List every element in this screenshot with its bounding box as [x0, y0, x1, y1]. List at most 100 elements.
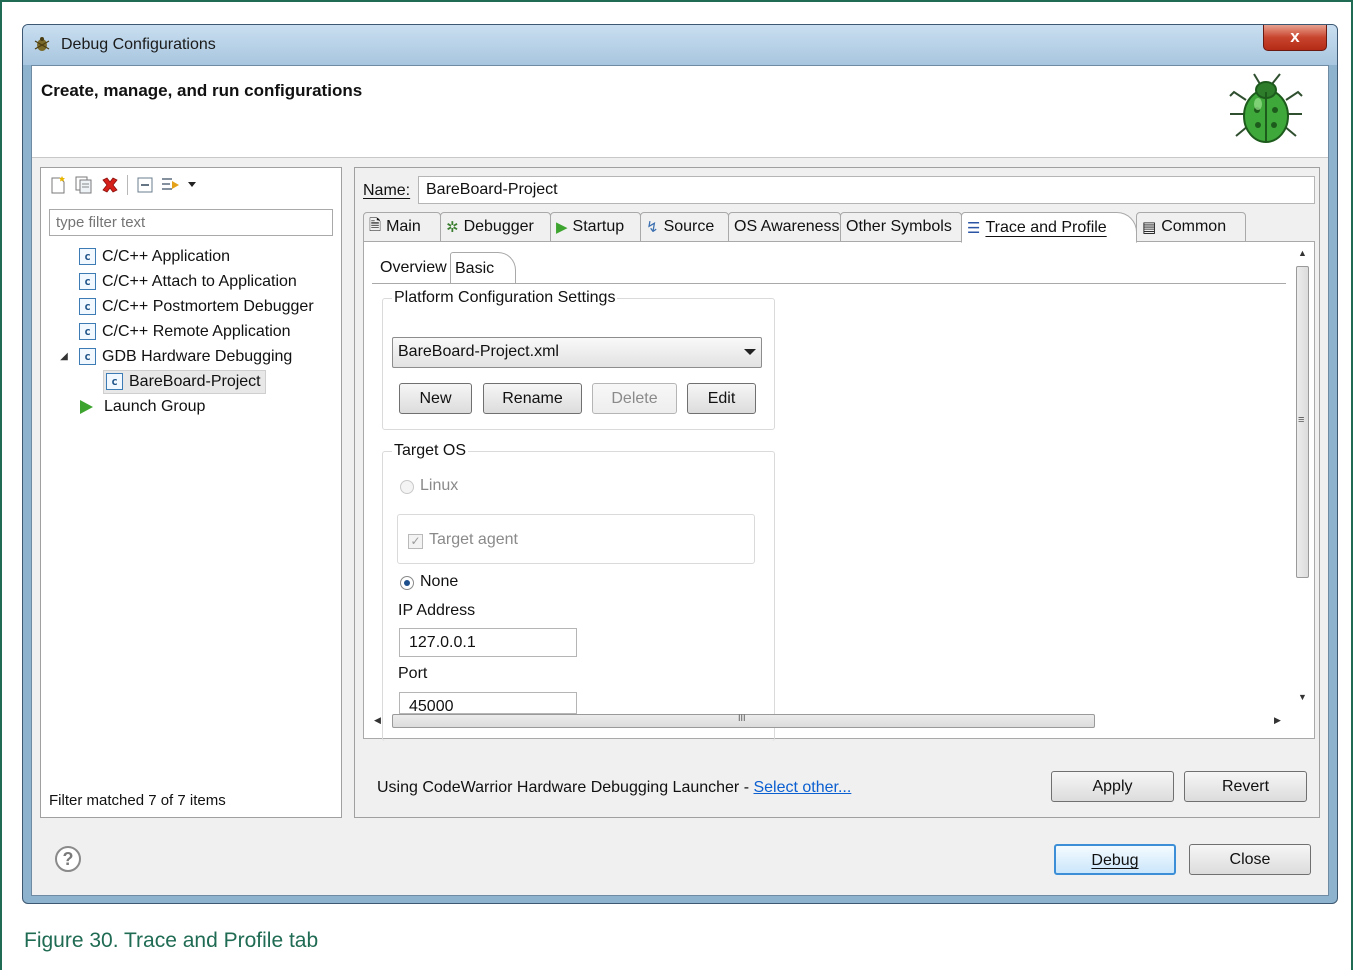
dialog-header: Create, manage, and run configurations	[32, 66, 1328, 158]
window-title: Debug Configurations	[61, 36, 216, 53]
tree-item-cpp-postmortem[interactable]: c C/C++ Postmortem Debugger	[51, 294, 341, 319]
c-config-icon: c	[79, 348, 96, 365]
c-config-icon: c	[79, 323, 96, 340]
trace-and-profile-panel: Overview Basic Platform Configuration Se…	[363, 241, 1315, 741]
configuration-toolbar	[47, 172, 198, 198]
configuration-tree: c C/C++ Application c C/C++ Attach to Ap…	[51, 244, 341, 419]
none-radio[interactable]	[400, 576, 414, 590]
figure-caption: Figure 30. Trace and Profile tab	[24, 929, 319, 952]
none-label: None	[420, 573, 459, 590]
port-label: Port	[398, 665, 428, 682]
duplicate-icon[interactable]	[73, 174, 95, 196]
tree-item-label: Launch Group	[104, 397, 206, 415]
tab-label: Debugger	[463, 218, 534, 235]
linux-radio[interactable]	[400, 480, 414, 494]
tree-item-label: GDB Hardware Debugging	[102, 347, 293, 365]
collapse-all-icon[interactable]	[134, 174, 156, 196]
close-window-button[interactable]: x	[1263, 25, 1327, 51]
tab-label: Other Symbols	[846, 218, 952, 235]
selected-tree-item[interactable]: c BareBoard-Project	[103, 369, 266, 394]
configuration-list-pane: c C/C++ Application c C/C++ Attach to Ap…	[40, 167, 342, 818]
tree-item-label: C/C++ Application	[102, 247, 231, 265]
new-button[interactable]: New	[399, 383, 472, 414]
new-configuration-icon[interactable]	[47, 174, 69, 196]
configuration-name-field[interactable]: BareBoard-Project	[418, 176, 1315, 204]
c-config-icon: c	[79, 273, 96, 290]
help-icon[interactable]: ?	[55, 846, 81, 872]
bug-logo-icon	[1229, 73, 1303, 143]
subtab-basic[interactable]: Basic	[450, 252, 516, 284]
scroll-left-icon[interactable]: ◀	[374, 715, 381, 726]
close-button[interactable]: Close	[1189, 844, 1311, 875]
view-menu-chevron-down-icon[interactable]	[186, 174, 198, 196]
c-config-icon: c	[79, 298, 96, 315]
target-os-group: Target OS Linux ✓ Target agent None IP A…	[382, 442, 775, 741]
ip-address-field[interactable]: 127.0.0.1	[399, 628, 577, 657]
tab-debugger[interactable]: ✲ Debugger	[440, 212, 551, 242]
target-agent-box: ✓ Target agent	[397, 514, 755, 564]
target-agent-checkbox[interactable]: ✓	[408, 534, 423, 549]
tab-other-symbols[interactable]: Other Symbols	[840, 212, 962, 242]
source-icon: ↯	[646, 219, 659, 236]
horizontal-scrollbar[interactable]: ◀ III ▶	[368, 711, 1288, 730]
edit-button[interactable]: Edit	[687, 383, 756, 414]
tab-main[interactable]: 🗎 Main	[363, 212, 441, 242]
tree-item-cpp-remote[interactable]: c C/C++ Remote Application	[51, 319, 341, 344]
trace-icon: ☰	[967, 219, 981, 237]
dialog-client-area: Create, manage, and run configurations t…	[31, 65, 1329, 896]
debug-configurations-window: Debug Configurations x Create, manage, a…	[22, 24, 1338, 904]
platform-config-select[interactable]: BareBoard-Project.xml	[392, 337, 762, 368]
tab-source[interactable]: ↯ Source	[640, 212, 729, 242]
document-icon: 🗎	[369, 216, 382, 234]
tree-item-cpp-attach[interactable]: c C/C++ Attach to Application	[51, 269, 341, 294]
header-title: Create, manage, and run configurations	[41, 81, 363, 100]
c-config-icon: c	[79, 248, 96, 265]
target-os-group-title: Target OS	[392, 442, 469, 460]
tab-label: Startup	[572, 218, 625, 235]
apply-button[interactable]: Apply	[1051, 771, 1174, 802]
chevron-down-icon	[744, 349, 756, 355]
tree-item-gdb-hardware-debugging[interactable]: ◢ c GDB Hardware Debugging	[51, 344, 341, 369]
scroll-up-icon[interactable]: ▲	[1298, 248, 1307, 258]
delete-button[interactable]: Delete	[592, 383, 677, 414]
title-bar: Debug Configurations x	[23, 25, 1337, 65]
horizontal-grip: III	[738, 713, 746, 723]
tab-label: Common	[1161, 218, 1227, 235]
tab-trace-and-profile[interactable]: ☰ Trace and Profile	[961, 212, 1137, 243]
tab-label: Main	[386, 218, 421, 235]
select-value: BareBoard-Project.xml	[398, 343, 559, 360]
tree-item-launch-group[interactable]: Launch Group	[51, 394, 341, 419]
scroll-right-icon[interactable]: ▶	[1274, 715, 1281, 726]
debug-app-icon	[34, 37, 50, 51]
rename-button[interactable]: Rename	[483, 383, 582, 414]
expanded-triangle-icon[interactable]: ◢	[59, 351, 69, 362]
ip-address-label: IP Address	[398, 602, 476, 619]
tree-item-label: C/C++ Remote Application	[102, 322, 291, 340]
launch-group-icon	[80, 399, 93, 414]
toolbar-separator	[127, 175, 128, 195]
filter-status-text: Filter matched 7 of 7 items	[49, 792, 226, 809]
configuration-editor-pane: Name: BareBoard-Project 🗎 Main ✲ Debugger …	[354, 167, 1320, 818]
tree-item-bareboard-project[interactable]: c BareBoard-Project	[51, 369, 341, 394]
launcher-text: Using CodeWarrior Hardware Debugging Lau…	[377, 779, 754, 796]
tab-label: OS Awareness	[734, 218, 840, 235]
vertical-scrollbar[interactable]: ▲ ≡ ▼	[1293, 246, 1312, 704]
revert-button[interactable]: Revert	[1184, 771, 1307, 802]
subtab-overview[interactable]: Overview	[376, 252, 451, 284]
select-other-link[interactable]: Select other...	[753, 779, 851, 796]
scroll-down-icon[interactable]: ▼	[1298, 692, 1307, 702]
tree-item-cpp-application[interactable]: c C/C++ Application	[51, 244, 341, 269]
tab-os-awareness[interactable]: OS Awareness	[728, 212, 841, 242]
delete-icon[interactable]	[99, 174, 121, 196]
tab-common[interactable]: ▤ Common	[1136, 212, 1246, 242]
filter-icon[interactable]	[160, 174, 182, 196]
debug-button[interactable]: Debug	[1054, 844, 1176, 875]
tab-startup[interactable]: ▶ Startup	[550, 212, 641, 242]
platform-group-title: Platform Configuration Settings	[392, 289, 618, 307]
configuration-tabs: 🗎 Main ✲ Debugger ▶ Startup ↯ Source OS Awar…	[363, 212, 1315, 243]
tree-item-label: C/C++ Attach to Application	[102, 272, 297, 290]
c-config-icon: c	[106, 373, 123, 390]
filter-input[interactable]	[49, 209, 333, 236]
tree-item-label: C/C++ Postmortem Debugger	[102, 297, 314, 315]
common-window-icon: ▤	[1142, 219, 1157, 236]
